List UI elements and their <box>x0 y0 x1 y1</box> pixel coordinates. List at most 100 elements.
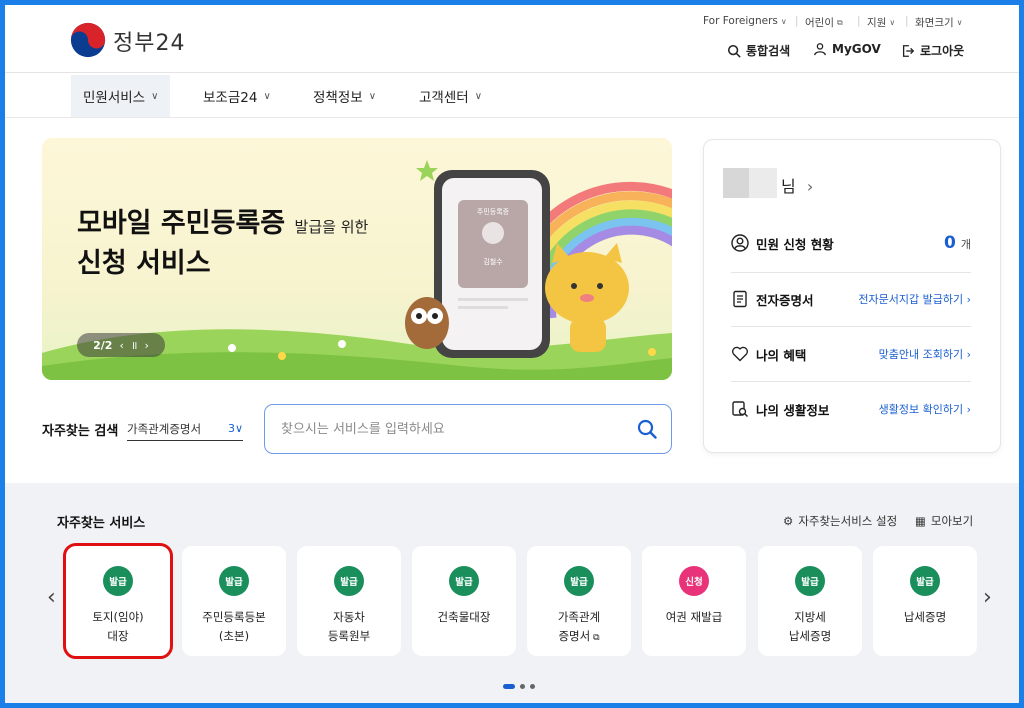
chevron-right-icon: › <box>966 348 971 361</box>
nav-item-label: 민원서비스 <box>83 90 146 106</box>
service-card[interactable]: 발급 건축물대장 <box>412 546 516 656</box>
util-separator: | <box>795 15 799 27</box>
pagination-dot[interactable] <box>520 684 525 689</box>
frequent-search-count: 3∨ <box>227 422 243 435</box>
banner-title-line2: 신청 서비스 <box>77 248 211 279</box>
chevron-left-icon[interactable]: ‹ <box>119 339 123 352</box>
service-card[interactable]: 발급 지방세 납세증명 <box>758 546 862 656</box>
favorite-settings-label: 자주찾는서비스 설정 <box>798 514 898 528</box>
avatar <box>723 168 777 198</box>
status-badge: 신청 <box>679 566 709 596</box>
logout-label: 로그아웃 <box>920 44 965 58</box>
service-search-box[interactable] <box>264 404 672 454</box>
panel-row-link[interactable]: 맞춤안내 조회하기 <box>879 348 963 361</box>
status-badge: 발급 <box>910 566 940 596</box>
panel-divider <box>731 381 971 382</box>
panel-row-my-benefits[interactable]: 나의 혜택 맞춤안내 조회하기 › <box>731 330 971 378</box>
nav-item-policy[interactable]: 정책정보 ∨ <box>301 75 388 117</box>
panel-row-link[interactable]: 생활정보 확인하기 <box>879 403 963 416</box>
view-all-button[interactable]: ▦ 모아보기 <box>915 513 973 529</box>
panel-row-application-status[interactable]: 민원 신청 현황 0 개 <box>731 219 971 267</box>
panel-row-e-certificate[interactable]: 전자증명서 전자문서지갑 발급하기 › <box>731 275 971 323</box>
service-card-label: 자동차 등록원부 <box>327 610 371 643</box>
status-badge: 발급 <box>795 566 825 596</box>
user-name-link[interactable]: 님 › <box>781 173 813 197</box>
status-badge: 발급 <box>334 566 364 596</box>
util-link-font-size[interactable]: 화면크기 ∨ <box>915 15 963 30</box>
taegeuk-logo-icon[interactable] <box>69 21 107 59</box>
service-card[interactable]: 발급 토지(임야) 대장 <box>63 543 173 659</box>
util-separator: | <box>905 15 909 27</box>
banner-card-label: 주민등록증 <box>477 207 510 216</box>
site-logo-text[interactable]: 정부24 <box>113 25 185 57</box>
nav-item-label: 보조금24 <box>203 90 258 106</box>
service-card-label: 주민등록등본 (초본) <box>202 610 266 643</box>
frequent-search-select[interactable]: 가족관계증명서 3∨ <box>127 417 243 441</box>
panel-row-label: 전자증명서 <box>756 292 814 308</box>
nav-item-subsidy[interactable]: 보조금24 ∨ <box>191 75 283 117</box>
service-card-label: 여권 재발급 <box>665 610 723 624</box>
external-link-icon: ⧉ <box>590 633 600 643</box>
service-card[interactable]: 신청 여권 재발급 <box>642 546 746 656</box>
gear-icon: ⚙ <box>783 514 794 528</box>
pause-icon[interactable]: ॥ <box>131 338 138 353</box>
nav-item-label: 고객센터 <box>419 90 469 106</box>
service-card[interactable]: 발급 자동차 등록원부 <box>297 546 401 656</box>
document-icon <box>733 290 747 308</box>
banner-card-name: 김철수 <box>483 257 503 266</box>
panel-row-label: 민원 신청 현황 <box>756 236 834 252</box>
status-badge: 발급 <box>103 566 133 596</box>
pagination-dot[interactable] <box>530 684 535 689</box>
chevron-right-icon: › <box>983 585 992 610</box>
user-circle-icon <box>731 234 749 252</box>
chevron-down-icon: ∨ <box>234 422 243 435</box>
service-card-label: 토지(임야) 대장 <box>92 610 144 643</box>
nav-item-civil-services[interactable]: 민원서비스 ∨ <box>71 75 171 117</box>
chevron-down-icon: ∨ <box>780 16 787 26</box>
chevron-down-icon: ∨ <box>474 90 483 102</box>
search-document-icon <box>732 401 748 417</box>
nav-divider <box>5 117 1019 118</box>
app-frame: 정부24 For Foreigners ∨ | 어린이 ⧉ | 지원 ∨ | 화면크기… <box>0 0 1024 708</box>
frequent-search-label: 자주찾는 검색 <box>42 424 119 439</box>
nav-item-customer-center[interactable]: 고객센터 ∨ <box>407 75 494 117</box>
logout-button[interactable]: 로그아웃 <box>901 42 964 59</box>
status-badge: 발급 <box>219 566 249 596</box>
frequent-search-value: 가족관계증명서 <box>127 421 202 436</box>
banner-pager[interactable]: 2/2 ‹ ॥ › <box>77 333 165 357</box>
service-card[interactable]: 발급 가족관계 증명서 ⧉ <box>527 546 631 656</box>
grid-icon: ▦ <box>915 514 926 528</box>
panel-row-life-info[interactable]: 나의 생활정보 생활정보 확인하기 › <box>731 385 971 433</box>
favorite-settings-button[interactable]: ⚙ 자주찾는서비스 설정 <box>783 513 897 529</box>
service-card-label: 납세증명 <box>903 610 947 624</box>
application-count-unit: 개 <box>960 238 971 251</box>
carousel-prev-button[interactable]: ‹ <box>47 585 56 610</box>
panel-row-link[interactable]: 전자문서지갑 발급하기 <box>858 293 963 306</box>
chevron-right-icon[interactable]: › <box>144 339 148 352</box>
application-count: 0 <box>943 233 956 253</box>
integrated-search-button[interactable]: 통합검색 <box>727 42 790 59</box>
panel-divider <box>731 326 971 327</box>
carousel-pagination[interactable] <box>503 684 535 689</box>
mygov-button[interactable]: MyGOV <box>813 42 881 56</box>
service-card[interactable]: 발급 주민등록등본 (초본) <box>182 546 286 656</box>
chevron-down-icon: ∨ <box>151 90 159 102</box>
util-link-support-label: 지원 <box>867 17 887 29</box>
service-card-label: 지방세 납세증명 <box>788 610 832 643</box>
banner-title-small: 발급을 위한 <box>294 218 369 236</box>
util-link-support[interactable]: 지원 ∨ <box>867 15 895 30</box>
user-suffix: 님 <box>781 177 796 196</box>
panel-row-label: 나의 생활정보 <box>756 402 830 418</box>
service-search-input[interactable] <box>281 421 637 437</box>
search-icon[interactable] <box>637 419 657 439</box>
util-link-foreigners[interactable]: For Foreigners ∨ <box>703 15 787 27</box>
carousel-next-button[interactable]: › <box>983 585 992 610</box>
heart-icon <box>731 346 749 362</box>
panel-divider <box>731 272 971 273</box>
service-card[interactable]: 발급 납세증명 <box>873 546 977 656</box>
chevron-right-icon: › <box>966 403 971 416</box>
panel-row-label: 나의 혜택 <box>756 347 807 363</box>
pagination-dot-active[interactable] <box>503 684 515 689</box>
util-link-font-size-label: 화면크기 <box>915 17 954 29</box>
util-link-kids[interactable]: 어린이 ⧉ <box>805 15 843 30</box>
